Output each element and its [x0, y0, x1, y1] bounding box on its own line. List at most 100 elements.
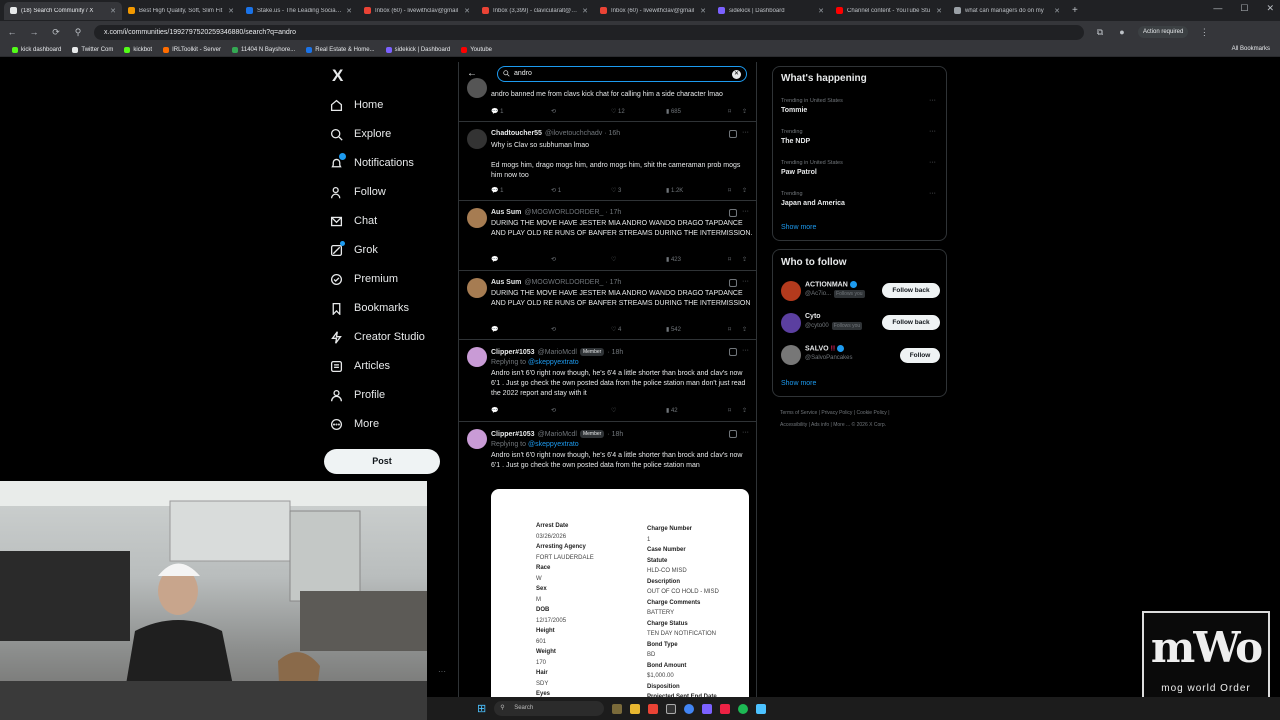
trend-more-icon[interactable]: ···	[929, 128, 936, 135]
like-action[interactable]: ♡ 3	[611, 187, 666, 194]
close-tab-icon[interactable]: ✕	[818, 7, 824, 15]
windows-start-icon[interactable]: ⊞	[477, 702, 486, 715]
retweet-action[interactable]: ⟲	[551, 407, 611, 414]
app-icon[interactable]	[666, 703, 677, 714]
bookmark-icon[interactable]: ⌑	[728, 108, 742, 115]
trend-item[interactable]: Trending in United States Tommie	[781, 97, 941, 116]
more-icon[interactable]: ···	[742, 208, 749, 215]
profile-icon[interactable]: ●	[1116, 27, 1128, 37]
nav-creator-studio[interactable]: Creator Studio	[330, 329, 425, 345]
nav-chat[interactable]: Chat	[330, 213, 377, 229]
browser-tab[interactable]: what can managers do on my ✕	[948, 2, 1066, 20]
bookmark-item[interactable]: kick dashboard	[12, 46, 61, 53]
retweet-action[interactable]: ⟲ 1	[551, 187, 611, 194]
bookmark-item[interactable]: Twitter Com	[72, 46, 113, 53]
show-more-link[interactable]: Show more	[781, 224, 816, 231]
share-icon[interactable]: ⇪	[742, 326, 747, 333]
follow-back-button[interactable]: Follow back	[882, 315, 940, 330]
url-field[interactable]: x.com/i/communities/1992797520259346880/…	[94, 24, 1084, 40]
browser-tab[interactable]: Inbox (60) - livewithclav@gmail ✕	[594, 2, 712, 20]
x-logo[interactable]: X	[332, 66, 343, 86]
bookmark-item[interactable]: 11404 N Bayshore...	[231, 46, 295, 53]
close-tab-icon[interactable]: ✕	[346, 7, 352, 15]
bookmark-icon[interactable]: ⌑	[728, 256, 742, 263]
share-icon[interactable]: ⇪	[742, 108, 747, 115]
more-icon[interactable]: ···	[742, 278, 749, 285]
nav-articles[interactable]: Articles	[330, 358, 390, 374]
like-action[interactable]: ♡	[611, 407, 666, 414]
share-icon[interactable]: ⇪	[742, 407, 747, 414]
nav-home[interactable]: Home	[330, 97, 383, 113]
share-icon[interactable]: ⇪	[742, 256, 747, 263]
file-explorer-icon[interactable]	[630, 703, 641, 714]
post-button[interactable]: Post	[324, 449, 440, 474]
reply-action[interactable]: 💬	[491, 256, 551, 263]
tweet[interactable]: Chadtoucher55 @ilovetouchchadv · 16h ···…	[459, 122, 756, 201]
nav-explore[interactable]: Explore	[330, 126, 391, 142]
close-tab-icon[interactable]: ✕	[1054, 7, 1060, 15]
reply-action[interactable]: 💬	[491, 407, 551, 414]
more-icon[interactable]: ···	[742, 347, 749, 354]
all-bookmarks[interactable]: All Bookmarks	[1232, 46, 1270, 52]
taskview-icon[interactable]	[612, 703, 623, 714]
trend-more-icon[interactable]: ···	[929, 159, 936, 166]
like-action[interactable]: ♡	[611, 256, 666, 263]
trend-item[interactable]: Trending The NDP	[781, 128, 941, 147]
avatar[interactable]	[781, 281, 801, 301]
avatar[interactable]	[467, 347, 487, 367]
bookmark-item[interactable]: IRLToolkit - Server	[163, 46, 221, 53]
clear-search-icon[interactable]: ✕	[732, 70, 741, 79]
views-action[interactable]: ▮ 685	[666, 108, 728, 115]
grok-icon[interactable]	[729, 279, 737, 287]
search-input[interactable]: andro ✕	[497, 66, 747, 82]
close-tab-icon[interactable]: ✕	[228, 7, 234, 15]
nav-notifications[interactable]: Notifications	[330, 153, 414, 171]
bookmark-item[interactable]: sidekick | Dashboard	[385, 46, 450, 53]
reload-icon[interactable]: ⟳	[50, 27, 62, 38]
nav-follow[interactable]: Follow	[330, 184, 386, 200]
grok-icon[interactable]	[729, 130, 737, 138]
reply-action[interactable]: 💬	[491, 326, 551, 333]
more-icon[interactable]: ···	[438, 667, 446, 676]
forward-nav-icon[interactable]: →	[28, 27, 40, 37]
bookmark-icon[interactable]: ⌑	[728, 407, 742, 414]
back-nav-icon[interactable]: ←	[6, 27, 18, 37]
bookmark-icon[interactable]: ⌑	[728, 326, 742, 333]
taskbar-search[interactable]: ⚲ Search	[494, 701, 605, 716]
bookmark-item[interactable]: Youtube	[461, 46, 492, 53]
avatar[interactable]	[467, 129, 487, 149]
retweet-action[interactable]: ⟲	[551, 108, 611, 115]
close-tab-icon[interactable]: ✕	[110, 7, 116, 15]
grok-icon[interactable]	[729, 430, 737, 438]
chrome-icon[interactable]	[648, 703, 659, 714]
nav-profile[interactable]: Profile	[330, 387, 385, 403]
extensions-icon[interactable]: ⧉	[1094, 27, 1106, 38]
avatar[interactable]	[781, 345, 801, 365]
browser-tab[interactable]: Channel content - YouTube Stu ✕	[830, 2, 948, 20]
bookmark-item[interactable]: kickbot	[124, 46, 152, 53]
obs-icon[interactable]	[720, 703, 731, 714]
avatar[interactable]	[467, 278, 487, 298]
tweet[interactable]: Clipper#1053 @MarioMcdl Member · 18h ···…	[459, 340, 756, 422]
share-icon[interactable]: ⇪	[742, 187, 747, 194]
avatar[interactable]	[467, 429, 487, 449]
grok-icon[interactable]	[729, 209, 737, 217]
nav-bookmarks[interactable]: Bookmarks	[330, 300, 409, 316]
maximize-icon[interactable]: ☐	[1240, 3, 1248, 14]
browser-tab[interactable]: sidekick | Dashboard ✕	[712, 2, 830, 20]
menu-icon[interactable]: ⋮	[1198, 27, 1210, 38]
tweet[interactable]: Aus Sum @MOGWORLDORDER_ · 17h ··· DURING…	[459, 201, 756, 271]
browser-tab[interactable]: Stake.us - The Leading Social Ca ✕	[240, 2, 358, 20]
nav-grok[interactable]: Grok	[330, 241, 378, 258]
like-action[interactable]: ♡ 4	[611, 326, 666, 333]
views-action[interactable]: ▮ 42	[666, 407, 728, 414]
close-tab-icon[interactable]: ✕	[936, 7, 942, 15]
retweet-action[interactable]: ⟲	[551, 256, 611, 263]
new-tab-button[interactable]: +	[1066, 5, 1084, 16]
avatar[interactable]	[781, 313, 801, 333]
nav-premium[interactable]: Premium	[330, 271, 398, 287]
bookmark-icon[interactable]: ⌑	[728, 187, 742, 194]
minimize-icon[interactable]: —	[1213, 3, 1222, 14]
tweet-image-arrest-record[interactable]: Arrest Date 03/26/2026 Arresting Agency FOR…	[491, 489, 749, 720]
follow-back-button[interactable]: Follow back	[882, 283, 940, 298]
